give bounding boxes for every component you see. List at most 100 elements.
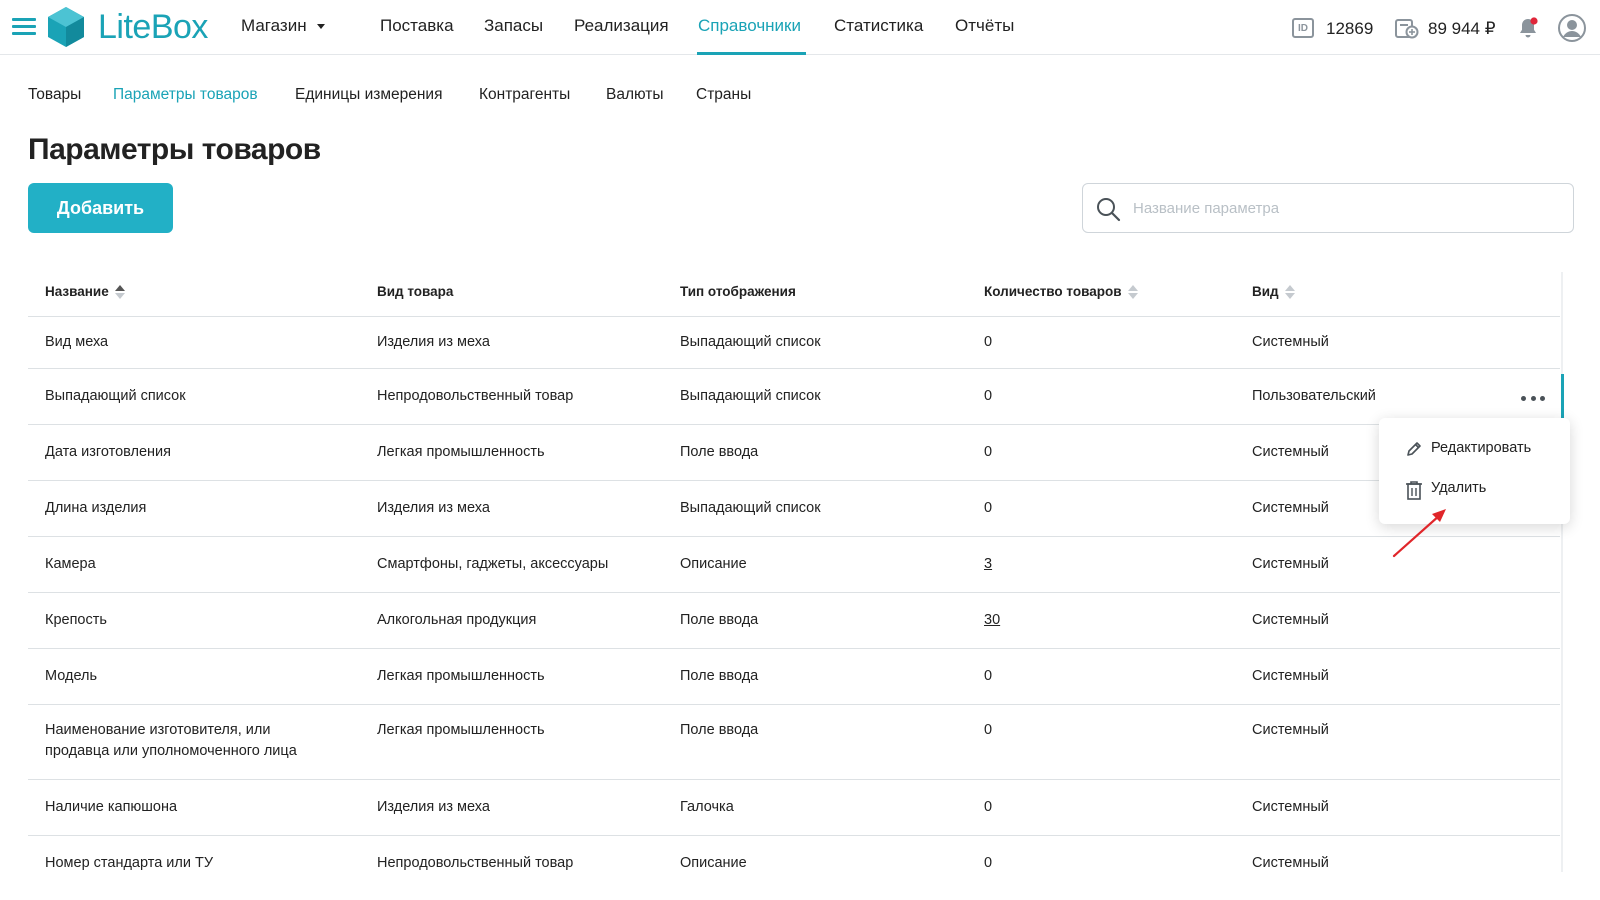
- nav-supply[interactable]: Поставка: [380, 16, 454, 36]
- bell-icon[interactable]: [1516, 16, 1540, 40]
- logo-text: LiteBox: [98, 7, 208, 46]
- cell-product-type: Легкая промышленность: [377, 668, 545, 684]
- add-button[interactable]: Добавить: [28, 183, 173, 233]
- cell-count-link[interactable]: 3: [984, 554, 1064, 575]
- store-select[interactable]: Магазин: [241, 16, 325, 36]
- table-row[interactable]: Наличие капюшона Изделия из меха Галочка…: [28, 780, 1560, 836]
- cell-count: 0: [984, 799, 993, 815]
- col-product-type-header: Вид товара: [377, 284, 453, 299]
- col-kind-header[interactable]: Вид: [1252, 284, 1295, 299]
- delete-menu-item[interactable]: Удалить: [1379, 470, 1570, 510]
- table-row[interactable]: Модель Легкая промышленность Поле ввода …: [28, 649, 1560, 705]
- table-row[interactable]: Вид меха Изделия из меха Выпадающий спис…: [28, 317, 1560, 369]
- table-row[interactable]: Камера Смартфоны, гаджеты, аксессуары Оп…: [28, 537, 1560, 593]
- col-count-header[interactable]: Количество товаров: [984, 284, 1138, 299]
- table-row[interactable]: Крепость Алкогольная продукция Поле ввод…: [28, 593, 1560, 649]
- nav-reports[interactable]: Отчёты: [955, 16, 1014, 36]
- page-title: Параметры товаров: [28, 133, 321, 166]
- table-header: Название Вид товара Тип отображения Коли…: [28, 272, 1560, 317]
- subnav-product-params[interactable]: Параметры товаров: [113, 86, 258, 104]
- cell-count: 0: [984, 722, 993, 738]
- cell-kind: Системный: [1252, 722, 1329, 738]
- search-icon: [1097, 198, 1121, 222]
- nav-sales[interactable]: Реализация: [574, 16, 669, 36]
- params-table: Название Вид товара Тип отображения Коли…: [28, 272, 1560, 892]
- subnav-products[interactable]: Товары: [28, 86, 81, 104]
- cell-kind: Пользовательский: [1252, 388, 1376, 404]
- wallet-icon: [1395, 19, 1419, 39]
- col-kind-label: Вид: [1252, 284, 1279, 299]
- table-row[interactable]: Номер стандарта или ТУ Непродовольственн…: [28, 836, 1560, 892]
- cell-display-type: Описание: [680, 556, 747, 572]
- cell-kind: Системный: [1252, 799, 1329, 815]
- top-bar: LiteBox Магазин Поставка Запасы Реализац…: [0, 0, 1600, 55]
- col-product-type-label: Вид товара: [377, 284, 454, 299]
- menu-icon[interactable]: [12, 18, 36, 36]
- cell-display-type: Поле ввода: [680, 722, 759, 738]
- id-icon: ID: [1292, 18, 1314, 38]
- cell-display-type: Описание: [680, 855, 747, 871]
- table-row[interactable]: Выпадающий список Непродовольственный то…: [28, 369, 1560, 425]
- nav-stock[interactable]: Запасы: [484, 16, 543, 36]
- table-row[interactable]: Дата изготовления Легкая промышленность …: [28, 425, 1560, 481]
- cell-product-type: Непродовольственный товар: [377, 855, 574, 871]
- cell-name: Длина изделия: [45, 500, 147, 516]
- subnav-units[interactable]: Единицы измерения: [295, 86, 442, 104]
- store-label: Магазин: [241, 16, 307, 35]
- nav-statistics[interactable]: Статистика: [834, 16, 923, 36]
- cell-product-type: Изделия из меха: [377, 799, 490, 815]
- more-actions-icon[interactable]: [1521, 393, 1545, 403]
- cell-name: Камера: [45, 556, 96, 572]
- cell-count-link[interactable]: 30: [984, 610, 1064, 631]
- cell-name: Номер стандарта или ТУ: [45, 855, 214, 871]
- sort-asc-icon: [114, 284, 125, 299]
- user-icon[interactable]: [1558, 14, 1586, 42]
- edit-menu-item[interactable]: Редактировать: [1379, 430, 1570, 470]
- delete-label: Удалить: [1431, 480, 1487, 496]
- cell-kind: Системный: [1252, 612, 1329, 628]
- cell-count: 0: [984, 388, 993, 404]
- subnav-currencies[interactable]: Валюты: [606, 86, 664, 104]
- cell-name: Модель: [45, 668, 98, 684]
- subnav-contractors[interactable]: Контрагенты: [479, 86, 570, 104]
- cell-name: Дата изготовления: [45, 444, 171, 460]
- pencil-icon: [1407, 442, 1421, 456]
- cell-count: 0: [984, 668, 993, 684]
- cell-kind: Системный: [1252, 855, 1329, 871]
- cell-display-type: Выпадающий список: [680, 388, 821, 404]
- col-display-type-header: Тип отображения: [680, 284, 796, 299]
- cell-product-type: Изделия из меха: [377, 334, 490, 350]
- cell-count: 0: [984, 500, 993, 516]
- cell-product-type: Алкогольная продукция: [377, 612, 537, 628]
- cell-product-type: Непродовольственный товар: [377, 388, 574, 404]
- scrollbar-thumb[interactable]: [1561, 374, 1564, 420]
- search-box: [1082, 183, 1574, 233]
- cell-name: Вид меха: [45, 334, 109, 350]
- sort-icon: [1127, 284, 1138, 299]
- cell-count: 0: [984, 444, 993, 460]
- table-row[interactable]: Длина изделия Изделия из меха Выпадающий…: [28, 481, 1560, 537]
- cell-display-type: Выпадающий список: [680, 500, 821, 516]
- cell-product-type: Легкая промышленность: [377, 722, 545, 738]
- col-display-type-label: Тип отображения: [680, 284, 796, 299]
- scrollbar-track[interactable]: [1561, 272, 1563, 872]
- cell-name: Выпадающий список: [45, 388, 186, 404]
- cell-display-type: Поле ввода: [680, 612, 759, 628]
- cell-display-type: Галочка: [680, 799, 734, 815]
- col-name-header[interactable]: Название: [45, 284, 125, 299]
- logo-icon: [48, 7, 84, 47]
- nav-references[interactable]: Справочники: [698, 16, 801, 36]
- logo[interactable]: LiteBox: [46, 5, 208, 49]
- cell-name: Крепость: [45, 612, 107, 628]
- cell-name: Наличие капюшона: [45, 799, 178, 815]
- cell-count: 0: [984, 334, 993, 350]
- trash-icon: [1406, 481, 1422, 500]
- balance: 89 944 ₽: [1428, 19, 1496, 38]
- search-input[interactable]: [1133, 184, 1563, 232]
- table-row[interactable]: Наименование изготовителя, или продавца …: [28, 705, 1560, 780]
- subnav-countries[interactable]: Страны: [696, 86, 751, 104]
- col-count-label: Количество товаров: [984, 284, 1122, 299]
- account-id: 12869: [1326, 19, 1374, 38]
- cell-display-type: Поле ввода: [680, 668, 759, 684]
- cell-kind: Системный: [1252, 334, 1329, 350]
